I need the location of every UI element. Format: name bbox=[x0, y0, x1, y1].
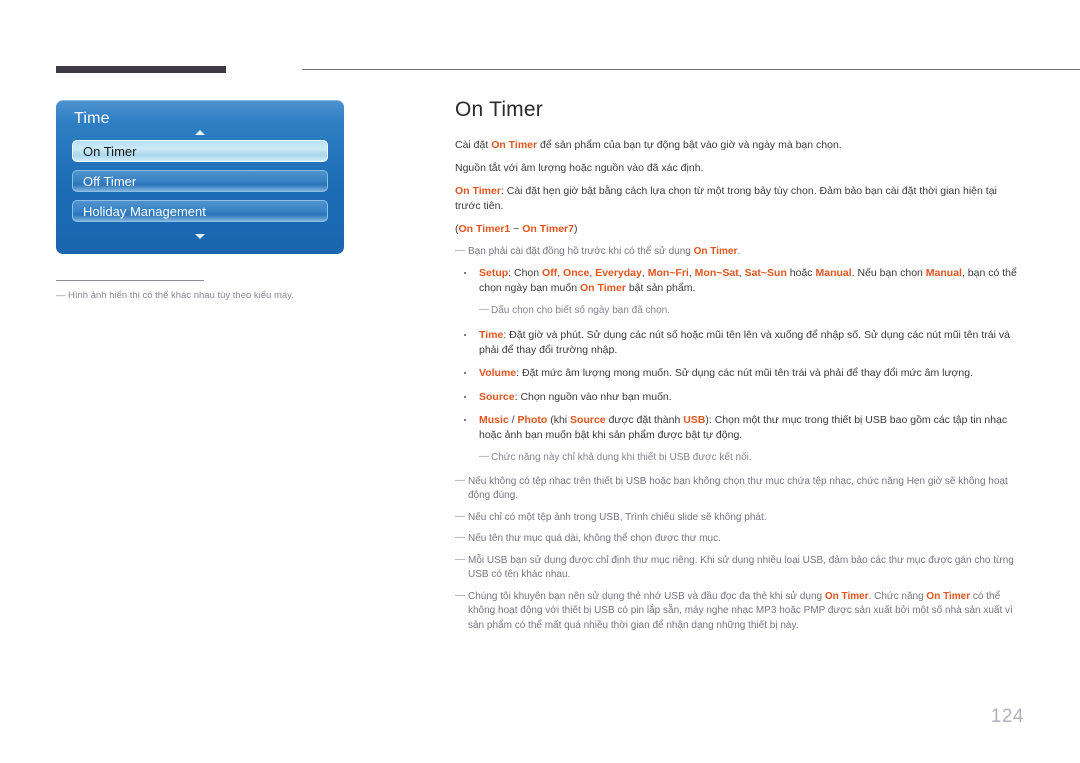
osd-item-on-timer[interactable]: On Timer bbox=[72, 140, 328, 162]
dash-marker-icon: — bbox=[455, 244, 465, 256]
intro-paragraph-2: Nguồn tắt với âm lượng hoặc nguồn vào đã… bbox=[455, 161, 704, 174]
bullet-time: Time: Đặt giờ và phút. Sử dụng các nút s… bbox=[455, 328, 1025, 358]
sub-note-text: Chức năng này chỉ khả dụng khi thiết bị … bbox=[491, 452, 752, 464]
osd-item-off-timer[interactable]: Off Timer bbox=[72, 170, 328, 192]
bullet-text: Volume: Đặt mức âm lượng mong muốn. Sử d… bbox=[479, 367, 974, 380]
option-bullet-list: Setup: Chọn Off, Once, Everyday, Mon~Fri… bbox=[455, 266, 1025, 466]
bullet-text: Time: Đặt giờ và phút. Sử dụng các nút s… bbox=[479, 328, 1010, 357]
note-text: Nếu tên thư mục quá dài, không thể chọn … bbox=[468, 533, 721, 545]
osd-caption: — Hình ảnh hiển thị có thể khác nhau tùy … bbox=[56, 280, 312, 303]
intro-paragraph-1: Cài đặt On Timer để sản phẩm của bạn tự … bbox=[455, 139, 842, 151]
dash-marker-icon: — bbox=[455, 510, 465, 522]
bullet-source: Source: Chọn nguồn vào như bạn muốn. bbox=[455, 390, 1025, 405]
bullet-dot-icon bbox=[464, 418, 466, 421]
sub-note-text: Dấu chọn cho biết số ngày bạn đã chọn. bbox=[491, 305, 671, 317]
dash-marker-icon: — bbox=[455, 532, 465, 544]
osd-caption-text: — Hình ảnh hiển thị có thể khác nhau tùy … bbox=[56, 289, 312, 303]
clock-note-list: — Bạn phải cài đặt đồng hồ trước khi có t… bbox=[455, 245, 1025, 260]
bullet-dot-icon bbox=[464, 395, 466, 398]
osd-menu-panel: Time On Timer Off Timer Holiday Manageme… bbox=[56, 100, 344, 254]
content-column: On Timer Cài đặt On Timer để sản phẩm củ… bbox=[455, 98, 1025, 640]
dash-marker-icon: — bbox=[455, 553, 465, 565]
bullet-setup: Setup: Chọn Off, Once, Everyday, Mon~Fri… bbox=[455, 266, 1025, 296]
chevron-down-icon[interactable] bbox=[195, 234, 205, 239]
intro-paragraph-4: (On Timer1 ~ On Timer7) bbox=[455, 222, 578, 235]
osd-item-label: Holiday Management bbox=[83, 203, 206, 219]
header-rules bbox=[56, 66, 1080, 74]
left-column: Time On Timer Off Timer Holiday Manageme… bbox=[56, 100, 396, 303]
osd-item-label: Off Timer bbox=[83, 173, 137, 189]
bullet-volume: Volume: Đặt mức âm lượng mong muốn. Sử d… bbox=[455, 366, 1025, 381]
osd-item-holiday-management[interactable]: Holiday Management bbox=[72, 200, 328, 222]
bullet-dot-icon bbox=[464, 372, 466, 375]
note-text: Bạn phải cài đặt đồng hồ trước khi có th… bbox=[468, 245, 741, 257]
bullet-text: Setup: Chọn Off, Once, Everyday, Mon~Fri… bbox=[479, 267, 1017, 295]
note-no-music-file: — Nếu không có tệp nhạc trên thiết bị USB… bbox=[455, 475, 1025, 504]
dash-marker-icon: — bbox=[479, 304, 489, 316]
dash-marker-icon: — bbox=[56, 290, 66, 301]
osd-caption-label: Hình ảnh hiển thị có thể khác nhau tùy t… bbox=[68, 290, 294, 301]
bullet-text: Source: Chọn nguồn vào như bạn muốn. bbox=[479, 390, 672, 403]
sub-note-music-photo: — Chức năng này chỉ khả dụng khi thiết bị… bbox=[455, 451, 1025, 466]
note-text: Nếu chỉ có một tệp ảnh trong USB, Trình … bbox=[468, 511, 767, 523]
header-rule-thick bbox=[56, 66, 226, 73]
osd-menu-title: Time bbox=[74, 110, 110, 127]
note-set-clock-first: — Bạn phải cài đặt đồng hồ trước khi có t… bbox=[455, 245, 1025, 260]
note-memory-card: — Chúng tôi khuyên bạn nên sử dụng thẻ nh… bbox=[455, 590, 1025, 634]
osd-caption-rule bbox=[56, 280, 204, 281]
page-number: 124 bbox=[990, 706, 1024, 727]
note-folder-per-usb: — Mỗi USB bạn sử dụng được chỉ định thư m… bbox=[455, 554, 1025, 583]
note-single-photo: — Nếu chỉ có một tệp ảnh trong USB, Trình… bbox=[455, 511, 1025, 526]
header-rule-thin bbox=[302, 69, 1080, 70]
dash-marker-icon: — bbox=[455, 474, 465, 486]
note-text: Nếu không có tệp nhạc trên thiết bị USB … bbox=[468, 475, 1008, 502]
dash-marker-icon: — bbox=[455, 589, 465, 601]
note-text: Mỗi USB bạn sử dụng được chỉ định thư mụ… bbox=[468, 554, 1014, 581]
bullet-text: Music / Photo (khi Source được đặt thành… bbox=[479, 413, 1008, 442]
chevron-up-icon[interactable] bbox=[195, 130, 205, 135]
note-text: Chúng tôi khuyên bạn nên sử dụng thẻ nhớ… bbox=[468, 590, 1013, 631]
osd-menu-items: On Timer Off Timer Holiday Management bbox=[72, 140, 328, 230]
footer-note-list: — Nếu không có tệp nhạc trên thiết bị USB… bbox=[455, 475, 1025, 634]
dash-marker-icon: — bbox=[479, 451, 489, 463]
sub-note-setup: — Dấu chọn cho biết số ngày bạn đã chọn. bbox=[455, 304, 1025, 319]
note-folder-name-long: — Nếu tên thư mục quá dài, không thể chọn… bbox=[455, 532, 1025, 547]
bullet-music-photo: Music / Photo (khi Source được đặt thành… bbox=[455, 413, 1025, 443]
bullet-dot-icon bbox=[464, 272, 466, 275]
page-title: On Timer bbox=[455, 98, 543, 121]
intro-paragraph-3: On Timer: Cài đặt hẹn giờ bật bằng cách … bbox=[455, 184, 997, 212]
bullet-dot-icon bbox=[464, 333, 466, 336]
osd-item-label: On Timer bbox=[83, 143, 137, 159]
